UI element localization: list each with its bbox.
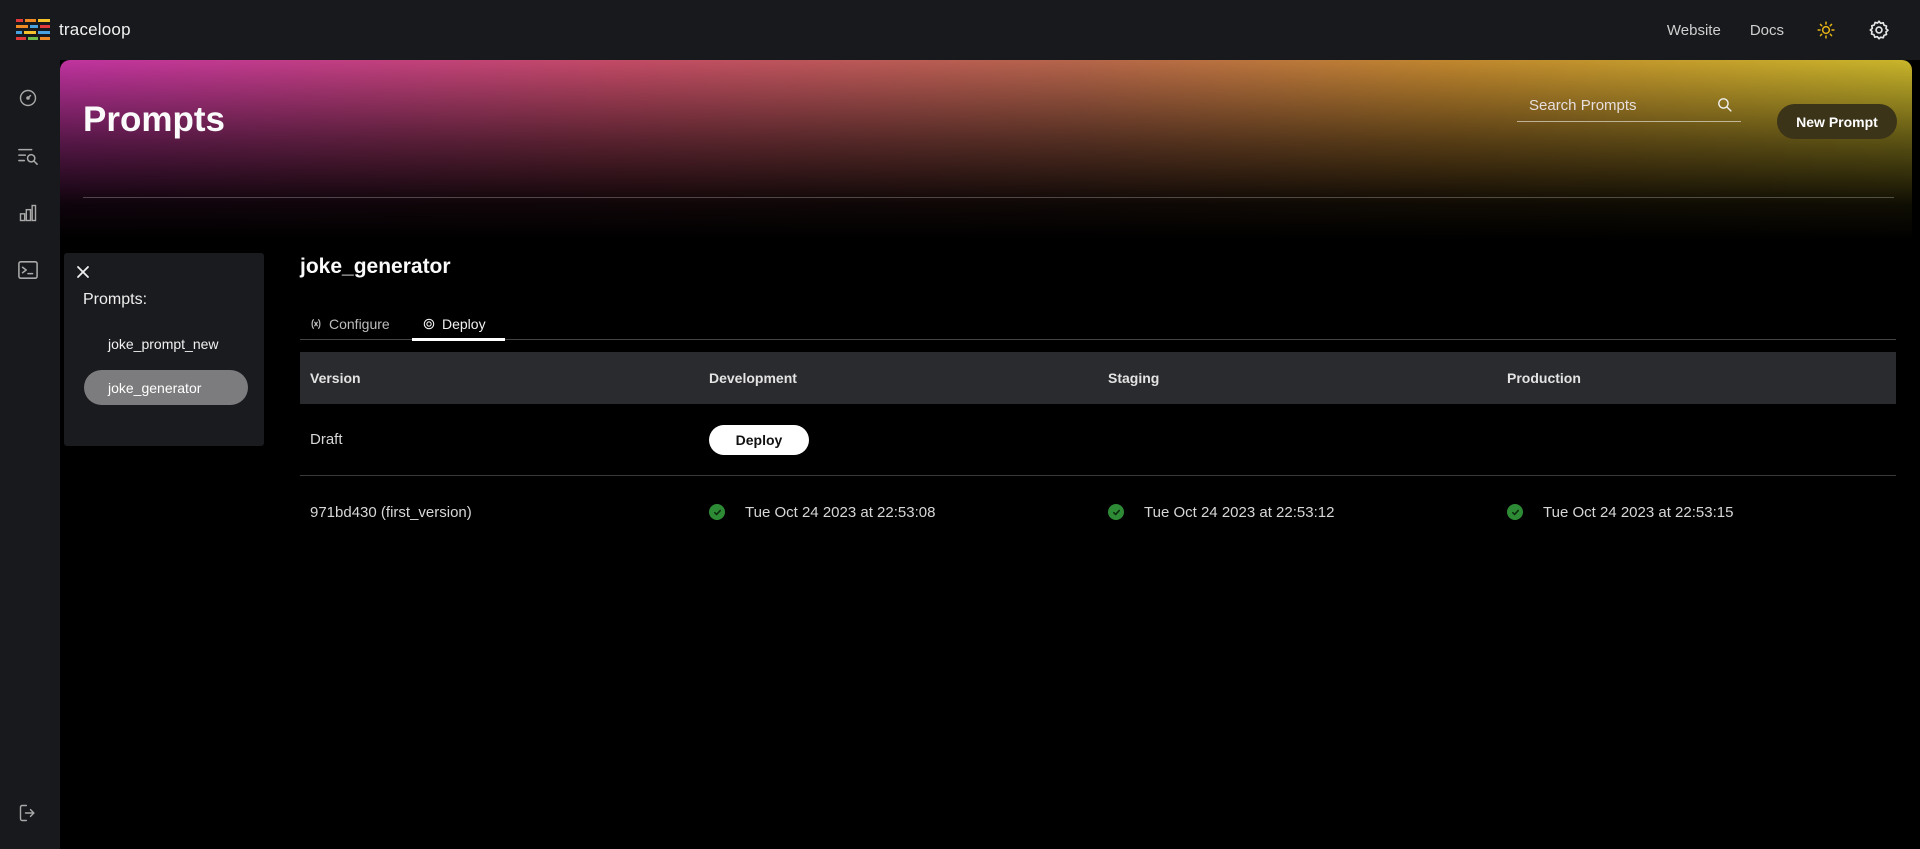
settings-gear-icon[interactable]: [1866, 17, 1892, 43]
prompts-terminal-icon[interactable]: [14, 256, 42, 284]
logout-icon[interactable]: [14, 799, 42, 827]
search-input[interactable]: [1517, 89, 1707, 121]
development-timestamp: Tue Oct 24 2023 at 22:53:08: [745, 503, 936, 521]
draft-version: Draft: [310, 431, 343, 448]
hero-banner: Prompts New Prompt: [60, 60, 1912, 240]
hero-divider: [83, 197, 1894, 198]
table-header: Version Development Staging Production: [300, 352, 1896, 404]
prompt-list-item-selected[interactable]: joke_generator: [84, 370, 248, 405]
close-panel-icon[interactable]: [74, 263, 92, 281]
target-icon: [423, 318, 435, 330]
table-row-draft: Draft Deploy: [300, 404, 1896, 476]
version-id: 971bd430 (first_version): [310, 503, 472, 521]
deploy-button[interactable]: Deploy: [709, 424, 809, 455]
active-tab-indicator: [412, 338, 505, 341]
brand-name: traceloop: [59, 20, 131, 39]
prompt-list-item[interactable]: joke_prompt_new: [84, 326, 248, 361]
metrics-bar-chart-icon[interactable]: [14, 199, 42, 227]
prompt-tabs: Configure Deploy: [300, 308, 1896, 341]
check-circle-icon: [709, 504, 725, 520]
header-development: Development: [709, 370, 797, 386]
theme-toggle-sun-icon[interactable]: [1813, 17, 1839, 43]
tab-configure[interactable]: Configure: [310, 308, 390, 340]
prompts-panel: Prompts: joke_prompt_new joke_generator: [64, 253, 264, 446]
tab-deploy[interactable]: Deploy: [423, 308, 486, 340]
header-version: Version: [310, 370, 361, 386]
page-title: Prompts: [83, 100, 225, 139]
new-prompt-button[interactable]: New Prompt: [1777, 104, 1897, 139]
dashboard-gauge-icon[interactable]: [14, 84, 42, 112]
docs-link[interactable]: Docs: [1750, 22, 1784, 39]
staging-cell: Tue Oct 24 2023 at 22:53:12: [1098, 504, 1497, 521]
variable-icon: [310, 318, 322, 330]
top-bar: traceloop Website Docs: [0, 0, 1920, 60]
traces-search-icon[interactable]: [14, 142, 42, 170]
search-prompts[interactable]: [1517, 89, 1741, 122]
table-row-version: 971bd430 (first_version) Tue Oct 24 2023…: [300, 476, 1896, 548]
website-link[interactable]: Website: [1667, 22, 1721, 39]
panel-title: Prompts:: [83, 291, 148, 308]
search-icon[interactable]: [1716, 96, 1733, 118]
header-staging: Staging: [1108, 370, 1160, 386]
header-production: Production: [1507, 370, 1581, 386]
development-cell: Tue Oct 24 2023 at 22:53:08: [699, 504, 1098, 521]
production-timestamp: Tue Oct 24 2023 at 22:53:15: [1543, 503, 1734, 521]
check-circle-icon: [1507, 504, 1523, 520]
staging-timestamp: Tue Oct 24 2023 at 22:53:12: [1144, 503, 1335, 521]
traceloop-logo-icon: [16, 19, 50, 40]
deployments-table: Version Development Staging Production D…: [300, 352, 1896, 548]
draft-development-cell: Deploy: [699, 424, 1098, 455]
prompt-name-heading: joke_generator: [300, 255, 451, 278]
check-circle-icon: [1108, 504, 1124, 520]
left-rail: [0, 60, 60, 849]
tab-deploy-label: Deploy: [442, 316, 486, 332]
production-cell: Tue Oct 24 2023 at 22:53:15: [1497, 504, 1896, 521]
brand[interactable]: traceloop: [16, 19, 131, 41]
tab-configure-label: Configure: [329, 316, 390, 332]
